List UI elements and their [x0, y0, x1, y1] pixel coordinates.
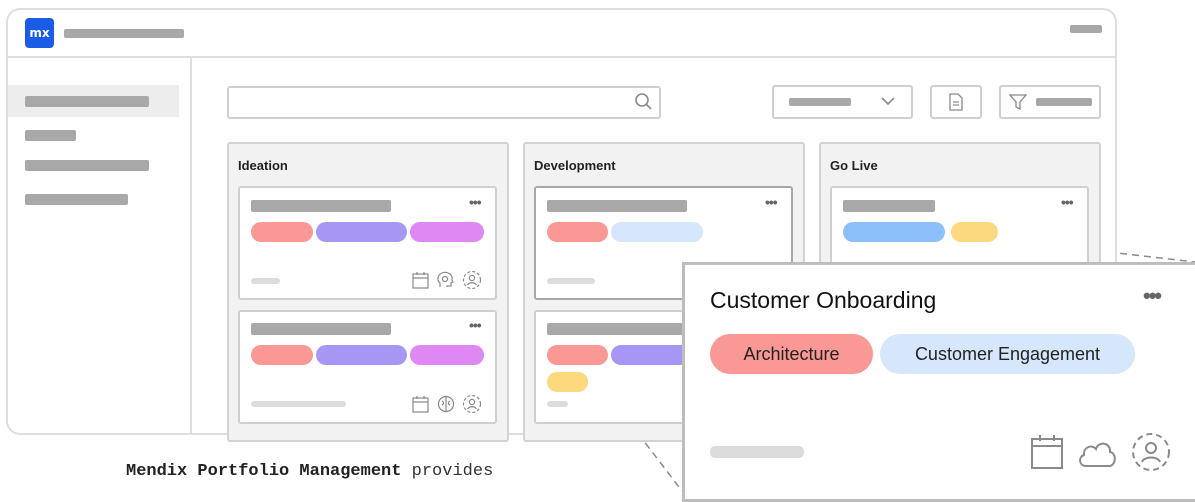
card-title-placeholder	[843, 200, 935, 212]
brain-gear-icon[interactable]	[436, 271, 455, 289]
card-menu-icon[interactable]: •••	[1143, 283, 1162, 309]
calendar-icon[interactable]	[1030, 434, 1064, 470]
card-meta-placeholder	[547, 278, 595, 284]
tag-pill	[316, 222, 407, 242]
app-title-placeholder	[64, 29, 184, 38]
caption-rest: provides	[401, 462, 494, 481]
card-title-placeholder	[251, 323, 391, 335]
cloud-icon[interactable]	[1077, 438, 1117, 468]
user-circle-icon[interactable]	[462, 394, 482, 414]
dropdown-value-placeholder	[789, 98, 851, 106]
window-control-placeholder[interactable]	[1070, 25, 1102, 33]
card-meta-placeholder	[251, 278, 280, 284]
tag-pill	[547, 372, 588, 392]
sidebar-item-3-label[interactable]	[25, 160, 149, 171]
calendar-icon[interactable]	[412, 395, 429, 413]
sidebar-item-2-label[interactable]	[25, 130, 76, 141]
card-menu-icon[interactable]: •••	[765, 195, 778, 209]
tag-pill	[611, 222, 703, 242]
funnel-icon	[1009, 94, 1027, 111]
card-meta-placeholder	[251, 401, 346, 407]
tag-pill	[251, 222, 313, 242]
column-title: Go Live	[830, 158, 878, 173]
brain-icon[interactable]	[437, 395, 455, 413]
card-menu-icon[interactable]: •••	[1061, 195, 1074, 209]
tag-pill	[951, 222, 998, 242]
calendar-icon[interactable]	[412, 271, 429, 289]
caption-text: Mendix Portfolio Management provides	[126, 462, 493, 481]
user-circle-icon[interactable]	[1131, 432, 1171, 472]
document-icon	[949, 93, 963, 111]
card-meta-placeholder	[710, 446, 804, 458]
card-title-placeholder	[547, 200, 687, 212]
tag-pill	[410, 222, 484, 242]
tag-pill	[547, 345, 608, 365]
mendix-logo: mx	[25, 18, 54, 48]
sidebar-item-4-label[interactable]	[25, 194, 128, 205]
header-divider	[8, 56, 1115, 58]
card-title-placeholder	[547, 323, 687, 335]
card-title: Customer Onboarding	[710, 287, 937, 313]
sidebar-divider	[190, 57, 192, 434]
column-title: Ideation	[238, 158, 288, 173]
filter-label-placeholder	[1036, 98, 1092, 106]
card-menu-icon[interactable]: •••	[469, 318, 482, 332]
chevron-down-icon	[881, 97, 895, 106]
search-icon[interactable]	[634, 92, 654, 112]
column-title: Development	[534, 158, 616, 173]
card-menu-icon[interactable]: •••	[469, 195, 482, 209]
tag-pill	[547, 222, 608, 242]
tag-pill	[316, 345, 407, 365]
tag-architecture: Architecture	[710, 334, 873, 374]
user-circle-icon[interactable]	[462, 270, 482, 290]
sidebar-item-1-label	[25, 96, 149, 107]
card-title-placeholder	[251, 200, 391, 212]
caption-bold: Mendix Portfolio Management	[126, 462, 402, 481]
card-meta-placeholder	[547, 401, 568, 407]
search-input[interactable]	[227, 86, 661, 119]
tag-pill	[251, 345, 313, 365]
tag-pill	[843, 222, 945, 242]
tag-customer-engagement: Customer Engagement	[880, 334, 1135, 374]
tag-pill	[410, 345, 484, 365]
